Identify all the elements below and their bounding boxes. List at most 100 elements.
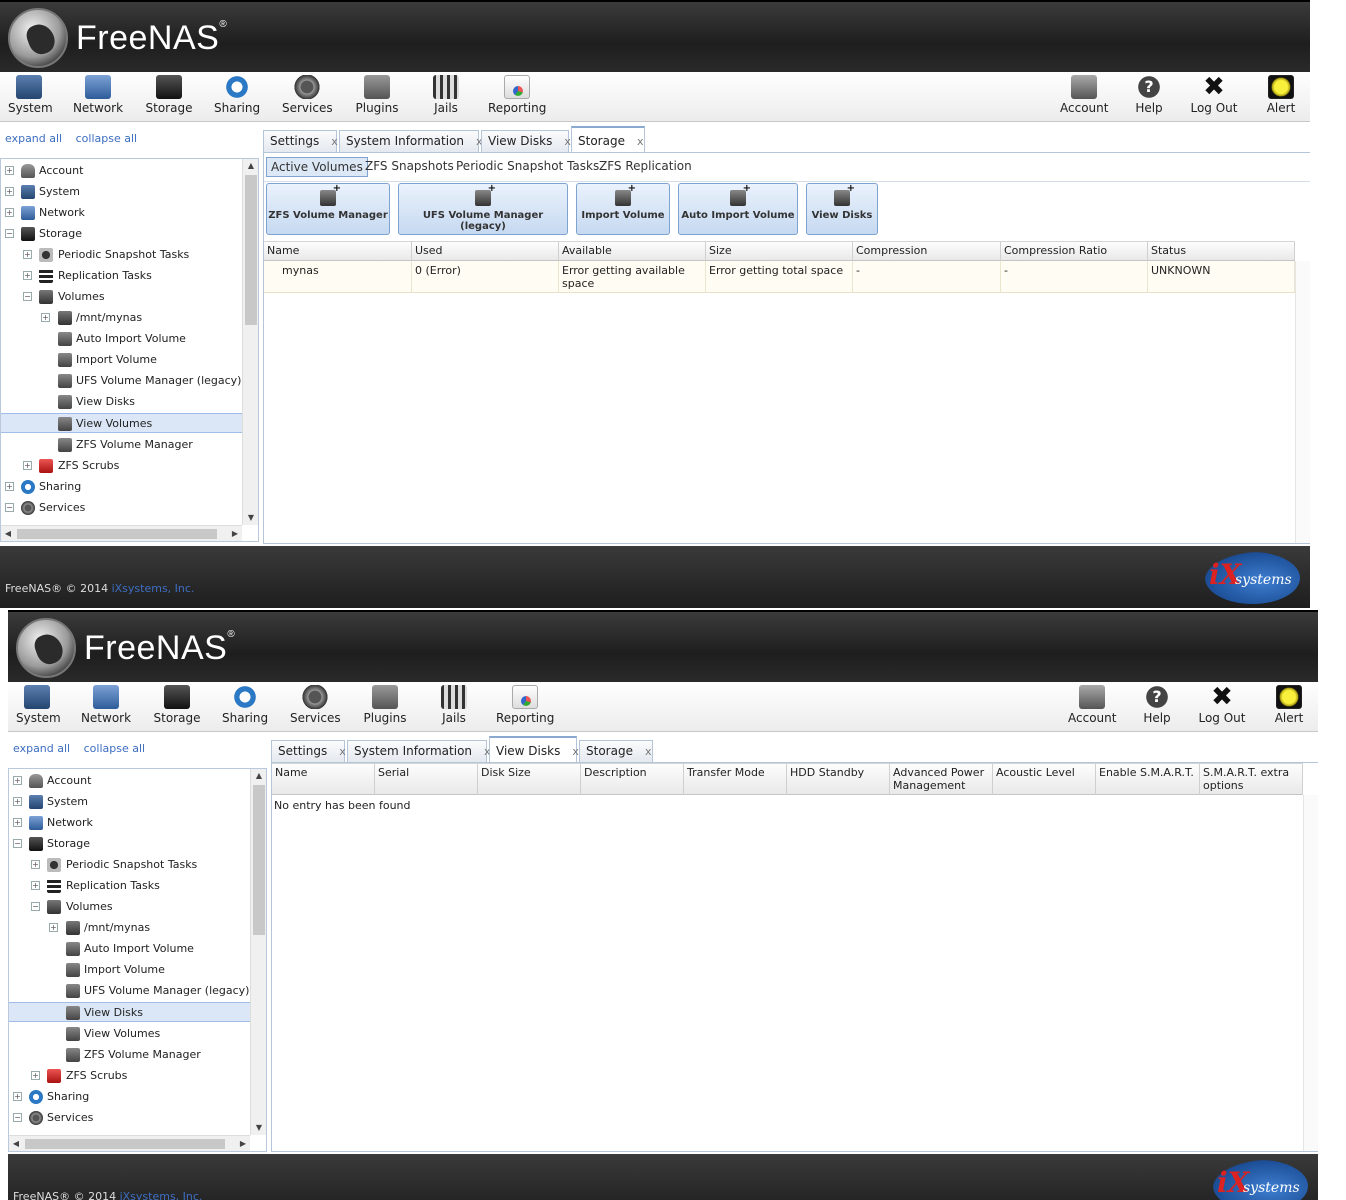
tree-vertical-scrollbar[interactable]: ▲ ▼ [242, 159, 258, 525]
toolbar-network[interactable]: Network [72, 75, 124, 115]
tree-horizontal-scrollbar[interactable]: ◀ ▶ [1, 525, 242, 541]
tree-item-zfs-volume-manager[interactable]: ZFS Volume Manager [9, 1045, 250, 1065]
scroll-down-icon[interactable]: ▼ [251, 1121, 266, 1135]
scroll-thumb[interactable] [253, 785, 265, 935]
toolbar-plugins[interactable]: Plugins [362, 685, 408, 725]
collapse-toggle-icon[interactable]: − [13, 1113, 22, 1122]
collapse-all-link[interactable]: collapse all [84, 742, 145, 755]
col-compression-ratio[interactable]: Compression Ratio [1001, 242, 1148, 261]
col-smart-extra-options[interactable]: S.M.A.R.T. extra options [1200, 764, 1303, 795]
expand-toggle-icon[interactable]: + [5, 482, 14, 491]
toolbar-help[interactable]: ? Help [1134, 75, 1164, 115]
toolbar-alert[interactable]: Alert [1272, 685, 1306, 725]
tree-vertical-scrollbar[interactable]: ▲ ▼ [250, 769, 266, 1135]
col-compression[interactable]: Compression [853, 242, 1001, 261]
tree-item-mnt-mynas[interactable]: +/mnt/mynas [1, 308, 242, 328]
expand-toggle-icon[interactable]: + [13, 818, 22, 827]
close-icon[interactable]: x [331, 135, 338, 148]
scroll-up-icon[interactable]: ▲ [251, 769, 266, 783]
toolbar-jails[interactable]: Jails [428, 75, 464, 115]
toolbar-plugins[interactable]: Plugins [354, 75, 400, 115]
tree-item-periodic-snapshot-tasks[interactable]: + Periodic Snapshot Tasks [1, 245, 242, 265]
col-available[interactable]: Available [559, 242, 706, 261]
subtab-periodic-snapshot-tasks[interactable]: Periodic Snapshot Tasks [452, 157, 603, 177]
tree-item-account[interactable]: + Account [1, 161, 242, 181]
expand-toggle-icon[interactable]: + [5, 166, 14, 175]
col-enable-smart[interactable]: Enable S.M.A.R.T. [1096, 764, 1200, 795]
scroll-up-icon[interactable]: ▲ [243, 159, 258, 173]
col-disk-size[interactable]: Disk Size [478, 764, 581, 795]
zfs-volume-manager-button[interactable]: ZFS Volume Manager [266, 183, 390, 235]
expand-toggle-icon[interactable]: + [13, 797, 22, 806]
toolbar-account[interactable]: Account [1068, 685, 1116, 725]
import-volume-button[interactable]: Import Volume [576, 183, 670, 235]
tree-item-ufs-volume-manager[interactable]: UFS Volume Manager (legacy) [1, 371, 242, 391]
toolbar-network[interactable]: Network [80, 685, 132, 725]
tree-horizontal-scrollbar[interactable]: ◀ ▶ [9, 1135, 250, 1151]
tab-view-disks[interactable]: View Disks x [481, 130, 571, 152]
tree-item-auto-import-volume[interactable]: Auto Import Volume [9, 939, 250, 959]
tab-storage[interactable]: Storage x [579, 740, 653, 762]
collapse-toggle-icon[interactable]: − [5, 503, 14, 512]
col-advanced-power-management[interactable]: Advanced Power Management [890, 764, 993, 795]
scroll-down-icon[interactable]: ▼ [243, 511, 258, 525]
tree-item-view-disks[interactable]: View Disks [1, 392, 242, 412]
scroll-right-icon[interactable]: ▶ [228, 526, 242, 541]
tree-item-volumes[interactable]: − Volumes [9, 897, 250, 917]
toolbar-services[interactable]: Services [282, 75, 333, 115]
col-size[interactable]: Size [706, 242, 853, 261]
ixsystems-link[interactable]: iXsystems, Inc. [120, 1190, 203, 1200]
toolbar-help[interactable]: ? Help [1142, 685, 1172, 725]
expand-toggle-icon[interactable]: + [49, 923, 58, 932]
tree-item-network[interactable]: + Network [1, 203, 242, 223]
expand-toggle-icon[interactable]: + [5, 208, 14, 217]
scroll-thumb[interactable] [25, 1139, 225, 1149]
close-icon[interactable]: x [339, 745, 346, 758]
tree-item-services[interactable]: − Services [1, 498, 242, 518]
expand-toggle-icon[interactable]: + [41, 313, 50, 322]
tree-item-import-volume[interactable]: Import Volume [1, 350, 242, 370]
collapse-toggle-icon[interactable]: − [5, 229, 14, 238]
tree-item-account[interactable]: + Account [9, 771, 250, 791]
tree-item-sharing[interactable]: + Sharing [1, 477, 242, 497]
tab-view-disks[interactable]: View Disks x [489, 736, 579, 762]
toolbar-jails[interactable]: Jails [436, 685, 472, 725]
tree-item-storage[interactable]: − Storage [1, 224, 242, 244]
expand-toggle-icon[interactable]: + [23, 271, 32, 280]
tree-item-zfs-volume-manager[interactable]: ZFS Volume Manager [1, 435, 242, 455]
ixsystems-link[interactable]: iXsystems, Inc. [112, 582, 195, 595]
auto-import-volume-button[interactable]: Auto Import Volume [678, 183, 798, 235]
tree-item-system[interactable]: + System [9, 792, 250, 812]
toolbar-account[interactable]: Account [1060, 75, 1108, 115]
tree-item-zfs-scrubs[interactable]: + ZFS Scrubs [1, 456, 242, 476]
toolbar-sharing[interactable]: Sharing [214, 75, 260, 115]
close-icon[interactable]: x [572, 745, 579, 758]
toolbar-alert[interactable]: Alert [1264, 75, 1298, 115]
toolbar-system[interactable]: System [16, 685, 61, 725]
toolbar-sharing[interactable]: Sharing [222, 685, 268, 725]
toolbar-logout[interactable]: ✖ Log Out [1190, 74, 1238, 115]
expand-toggle-icon[interactable]: + [31, 860, 40, 869]
subtab-active-volumes[interactable]: Active Volumes [266, 157, 368, 177]
subtab-zfs-snapshots[interactable]: ZFS Snapshots [361, 157, 458, 177]
col-serial[interactable]: Serial [375, 764, 478, 795]
col-hdd-standby[interactable]: HDD Standby [787, 764, 890, 795]
tab-system-information[interactable]: System Information x [339, 130, 483, 152]
toolbar-reporting[interactable]: Reporting [488, 75, 546, 115]
expand-toggle-icon[interactable]: + [23, 461, 32, 470]
close-icon[interactable]: x [564, 135, 571, 148]
tree-item-zfs-scrubs[interactable]: + ZFS Scrubs [9, 1066, 250, 1086]
tree-item-view-volumes[interactable]: View Volumes [1, 413, 242, 433]
tree-item-ufs-volume-manager[interactable]: UFS Volume Manager (legacy) [9, 981, 250, 1001]
tree-item-system[interactable]: + System [1, 182, 242, 202]
tree-item-volumes[interactable]: − Volumes [1, 287, 242, 307]
tree-item-periodic-snapshot-tasks[interactable]: + Periodic Snapshot Tasks [9, 855, 250, 875]
col-transfer-mode[interactable]: Transfer Mode [684, 764, 787, 795]
collapse-all-link[interactable]: collapse all [76, 132, 137, 145]
tree-item-storage[interactable]: − Storage [9, 834, 250, 854]
tree-item-auto-import-volume[interactable]: Auto Import Volume [1, 329, 242, 349]
scroll-thumb[interactable] [245, 175, 257, 325]
expand-toggle-icon[interactable]: + [13, 1092, 22, 1101]
ufs-volume-manager-button[interactable]: UFS Volume Manager (legacy) [398, 183, 568, 235]
close-icon[interactable]: x [645, 745, 652, 758]
